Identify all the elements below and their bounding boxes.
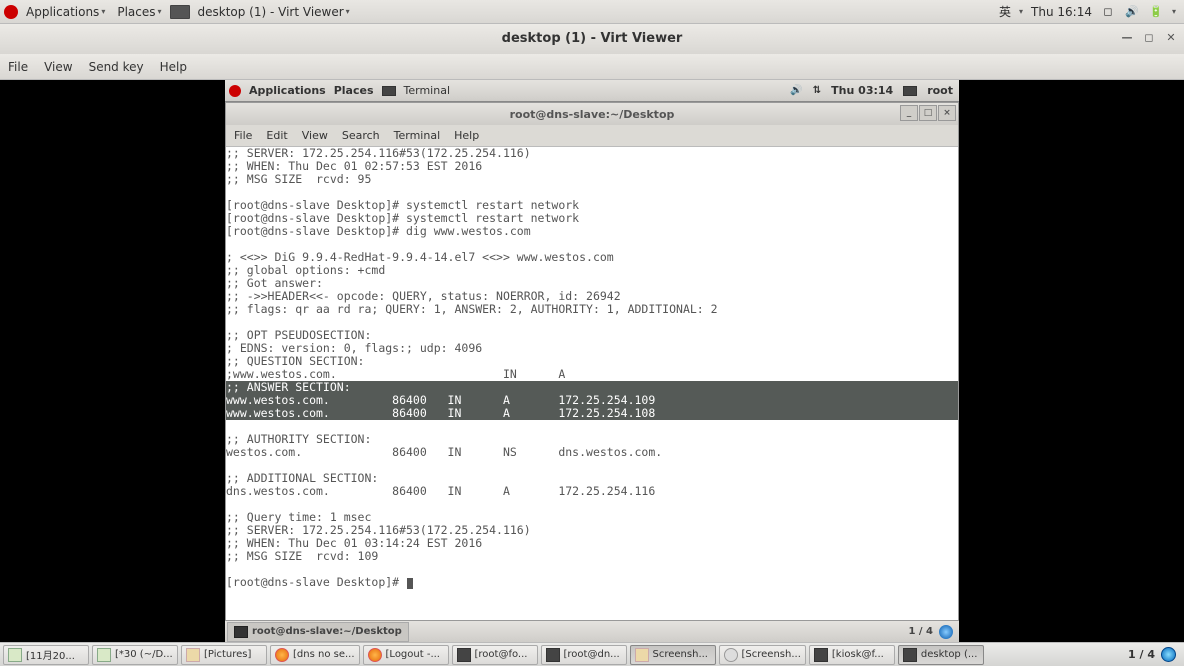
minimize-button[interactable]: —	[1118, 29, 1136, 47]
close-button[interactable]: ×	[938, 105, 956, 121]
red-hat-icon	[4, 5, 18, 19]
guest-task-terminal[interactable]: Terminal	[404, 84, 451, 97]
titlebar: desktop (1) - Virt Viewer — ◻ ✕	[0, 24, 1184, 54]
menu-help[interactable]: Help	[454, 129, 479, 142]
virt-viewer-window: desktop (1) - Virt Viewer — ◻ ✕ File Vie…	[0, 24, 1184, 642]
menu-search[interactable]: Search	[342, 129, 380, 142]
gedit-icon	[8, 648, 22, 662]
host-top-panel: Applications ▾ Places ▾ desktop (1) - Vi…	[0, 0, 1184, 24]
battery-icon[interactable]: 🔋	[1148, 4, 1164, 20]
menu-file[interactable]: File	[234, 129, 252, 142]
red-hat-icon	[229, 85, 241, 97]
taskbar-item[interactable]: [Pictures]	[181, 645, 267, 665]
screenshot-icon	[635, 648, 649, 662]
workspace-indicator[interactable]: 1 / 4	[908, 626, 933, 637]
folder-icon	[186, 648, 200, 662]
ime-indicator[interactable]: 英	[999, 3, 1011, 20]
volume-icon[interactable]: 🔊	[790, 85, 802, 96]
taskbar-item[interactable]: [dns no se...	[270, 645, 360, 665]
guest-user[interactable]: root	[927, 84, 953, 97]
chevron-down-icon: ▾	[157, 7, 161, 16]
terminal-title: root@dns-slave:~/Desktop	[510, 108, 675, 121]
cursor	[407, 578, 413, 589]
terminal-icon	[546, 648, 560, 662]
taskbar-item[interactable]: [*30 (~/D...	[92, 645, 178, 665]
taskbar-item[interactable]: [kiosk@f...	[809, 645, 895, 665]
terminal-selection: ;; ANSWER SECTION: www.westos.com. 86400…	[226, 381, 958, 420]
applications-menu[interactable]: Applications ▾	[22, 3, 109, 21]
terminal-body[interactable]: ;; SERVER: 172.25.254.116#53(172.25.254.…	[226, 147, 958, 621]
menu-help[interactable]: Help	[160, 60, 187, 74]
chevron-down-icon: ▾	[1172, 7, 1176, 16]
window-icon	[170, 5, 190, 19]
guest-clock[interactable]: Thu 03:14	[831, 84, 893, 97]
user-icon	[903, 86, 917, 96]
terminal-output-bottom: ;; AUTHORITY SECTION: westos.com. 86400 …	[226, 432, 662, 563]
terminal-menubar: File Edit View Search Terminal Help	[226, 125, 958, 147]
taskbar-item[interactable]: [Logout -...	[363, 645, 449, 665]
network-icon[interactable]: ⇅	[813, 85, 821, 96]
taskbar-item[interactable]: [11月20...	[3, 645, 89, 665]
maximize-button[interactable]: □	[919, 105, 937, 121]
menu-edit[interactable]: Edit	[266, 129, 287, 142]
firefox-icon	[368, 648, 382, 662]
taskbar-item[interactable]: [root@fo...	[452, 645, 538, 665]
firefox-icon	[275, 648, 289, 662]
host-taskbar: [11月20... [*30 (~/D... [Pictures] [dns n…	[0, 642, 1184, 666]
terminal-titlebar: root@dns-slave:~/Desktop _ □ ×	[226, 103, 958, 125]
guest-top-panel: Applications Places Terminal 🔊 ⇅ Thu 03:…	[225, 80, 959, 102]
workspace-indicator[interactable]: 1 / 4	[1128, 648, 1155, 661]
terminal-icon	[457, 648, 471, 662]
menubar: File View Send key Help	[0, 54, 1184, 80]
accessibility-icon[interactable]: ◻	[1100, 4, 1116, 20]
close-button[interactable]: ✕	[1162, 29, 1180, 47]
taskbar-item[interactable]: Screensh...	[630, 645, 716, 665]
taskbar-item[interactable]: [root@dn...	[541, 645, 627, 665]
terminal-prompt: [root@dns-slave Desktop]#	[226, 575, 406, 589]
workspace-switcher-icon[interactable]	[1161, 647, 1176, 662]
image-viewer-icon	[724, 648, 738, 662]
taskbar-item[interactable]: desktop (...	[898, 645, 984, 665]
terminal-window: root@dns-slave:~/Desktop _ □ × File Edit…	[225, 102, 959, 620]
menu-terminal[interactable]: Terminal	[394, 129, 441, 142]
chevron-down-icon: ▾	[101, 7, 105, 16]
terminal-icon	[382, 86, 396, 96]
guest-places-menu[interactable]: Places	[334, 84, 374, 97]
terminal-output-top: ;; SERVER: 172.25.254.116#53(172.25.254.…	[226, 147, 718, 381]
workspace-switcher-icon[interactable]	[939, 625, 953, 639]
terminal-icon	[234, 626, 248, 638]
maximize-button[interactable]: ◻	[1140, 29, 1158, 47]
guest-applications-menu[interactable]: Applications	[249, 84, 326, 97]
chevron-down-icon: ▾	[346, 7, 350, 16]
chevron-down-icon: ▾	[1019, 7, 1023, 16]
clock[interactable]: Thu 16:14	[1031, 5, 1092, 19]
menu-view[interactable]: View	[302, 129, 328, 142]
window-title: desktop (1) - Virt Viewer	[502, 31, 683, 46]
menu-view[interactable]: View	[44, 60, 72, 74]
minimize-button[interactable]: _	[900, 105, 918, 121]
display-icon	[903, 648, 917, 662]
guest-taskbar: root@dns-slave:~/Desktop 1 / 4	[225, 620, 959, 642]
terminal-icon	[814, 648, 828, 662]
menu-file[interactable]: File	[8, 60, 28, 74]
taskbar-item[interactable]: [Screensh...	[719, 645, 806, 665]
gedit-icon	[97, 648, 111, 662]
menu-sendkey[interactable]: Send key	[89, 60, 144, 74]
window-menu[interactable]: desktop (1) - Virt Viewer ▾	[194, 3, 354, 21]
guest-display[interactable]: Applications Places Terminal 🔊 ⇅ Thu 03:…	[0, 80, 1184, 642]
volume-icon[interactable]: 🔊	[1124, 4, 1140, 20]
taskbar-item-terminal[interactable]: root@dns-slave:~/Desktop	[227, 622, 409, 642]
places-menu[interactable]: Places ▾	[113, 3, 165, 21]
